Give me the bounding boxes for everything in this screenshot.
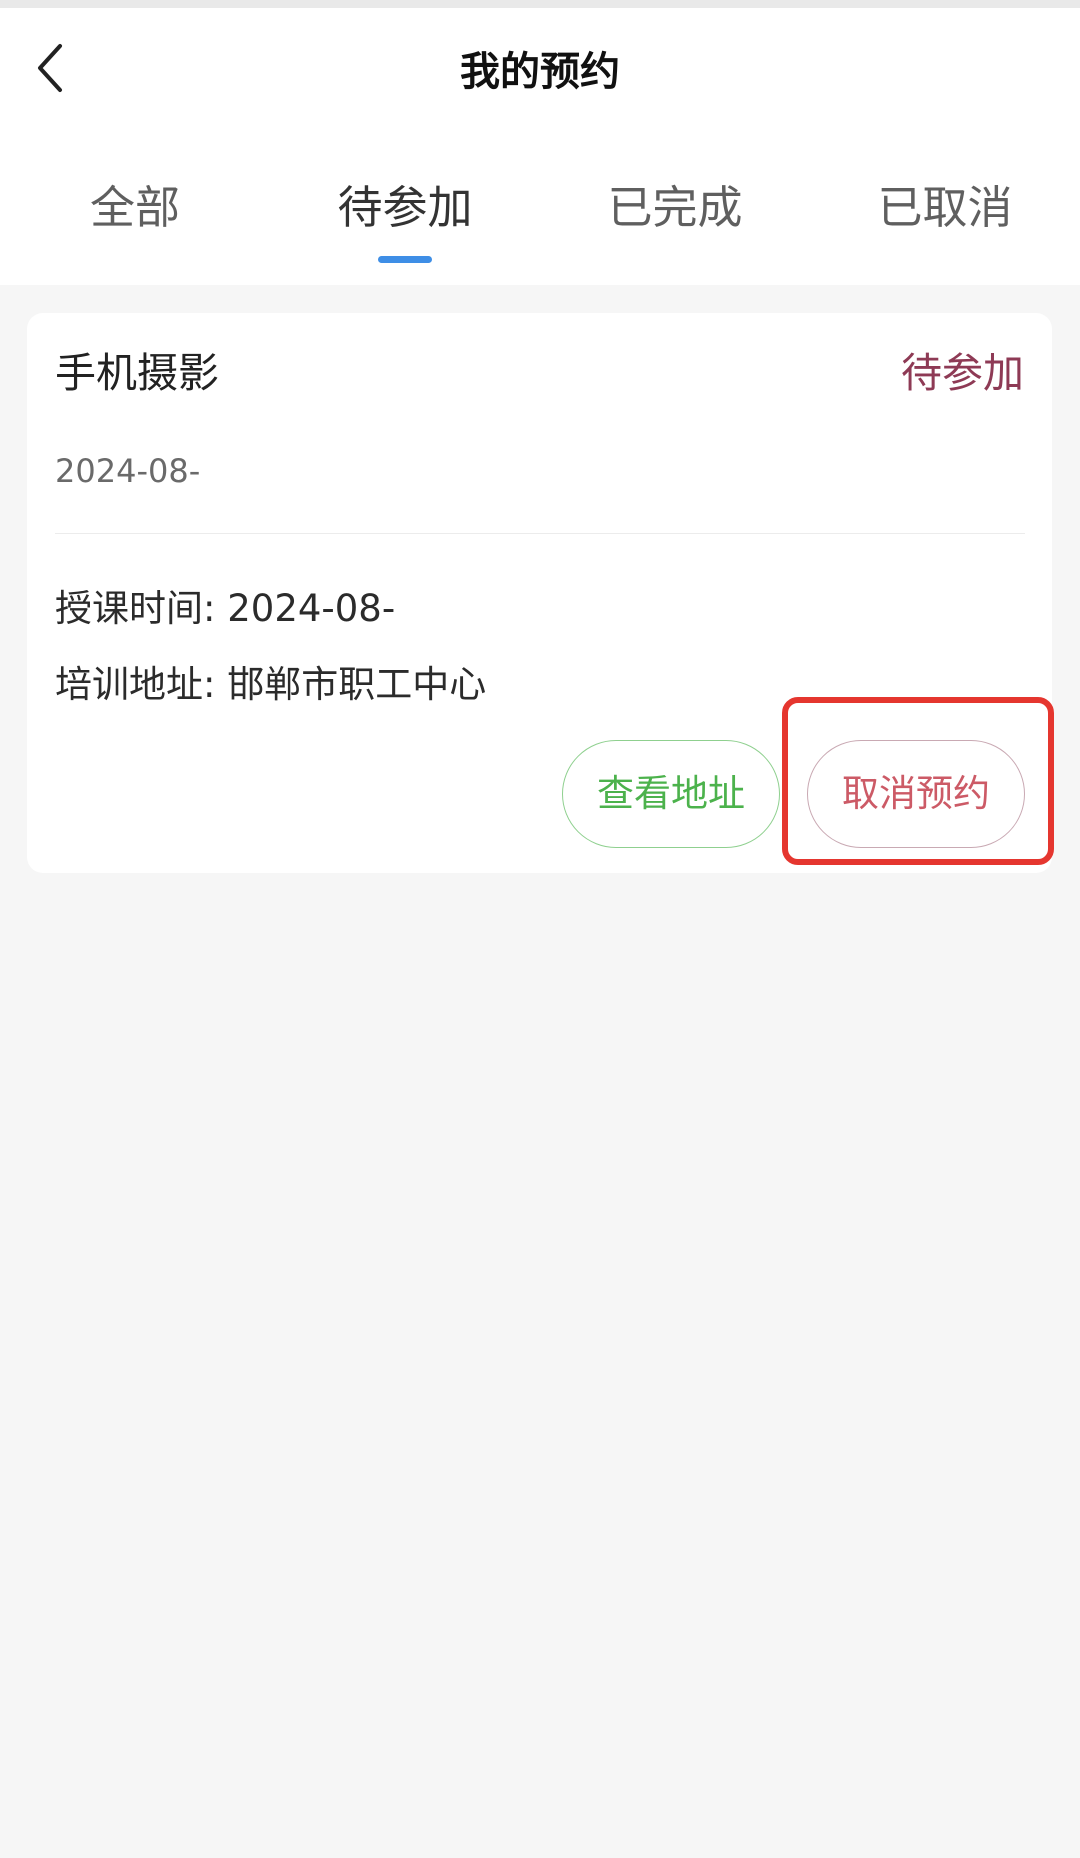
address-label: 培训地址: <box>55 663 228 706</box>
address-row: 培训地址: 邯郸市职工中心 <box>55 659 486 711</box>
tab-bar: 全部 待参加 已完成 已取消 <box>0 168 1080 268</box>
tab-label: 待参加 <box>337 181 473 234</box>
cancel-booking-button[interactable]: 取消预约 <box>807 740 1025 848</box>
view-address-button[interactable]: 查看地址 <box>562 740 780 848</box>
tab-label: 已完成 <box>607 181 743 234</box>
tab-all[interactable]: 全部 <box>0 168 270 268</box>
class-time-label: 授课时间: <box>55 587 228 630</box>
page-title: 我的预约 <box>460 49 620 95</box>
tab-completed[interactable]: 已完成 <box>540 168 810 268</box>
course-title: 手机摄影 <box>55 349 219 397</box>
status-bar-strip <box>0 0 1080 8</box>
class-time-row: 授课时间: 2024-08- <box>55 583 395 635</box>
booking-card[interactable]: 手机摄影 待参加 2024-08- 授课时间: 2024-08- 培训地址: 邯… <box>27 313 1052 873</box>
address-value: 邯郸市职工中心 <box>227 663 487 706</box>
header: 我的预约 全部 待参加 已完成 已取消 <box>0 8 1080 285</box>
class-time-value: 2024-08- <box>227 587 396 630</box>
active-tab-indicator <box>378 256 432 263</box>
booking-date: 2024-08- <box>55 452 201 490</box>
status-badge: 待参加 <box>901 349 1024 397</box>
tab-label: 全部 <box>89 181 180 234</box>
tab-pending[interactable]: 待参加 <box>270 168 540 268</box>
tab-label: 已取消 <box>877 181 1013 234</box>
tab-cancelled[interactable]: 已取消 <box>810 168 1080 268</box>
divider <box>55 533 1025 534</box>
